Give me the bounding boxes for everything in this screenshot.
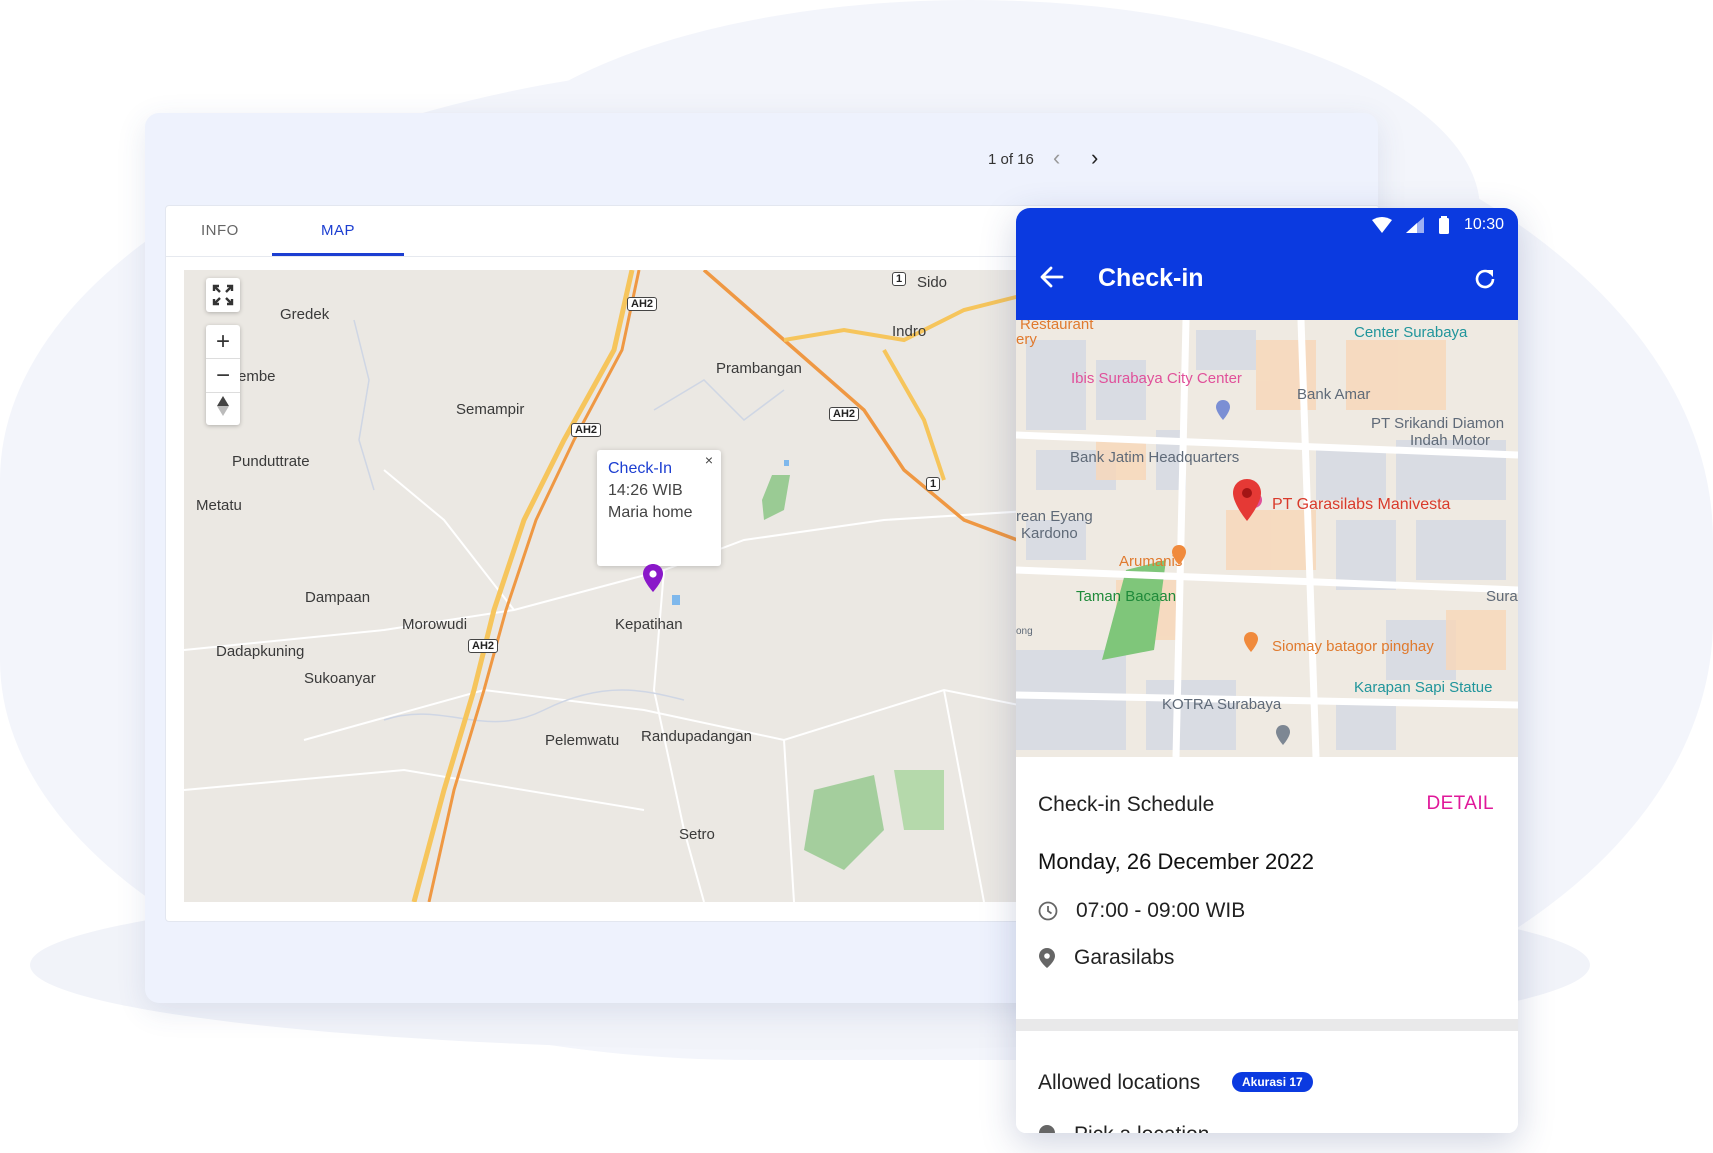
fullscreen-icon [212,284,234,306]
detail-link[interactable]: DETAIL [1426,793,1494,815]
checkin-marker-icon[interactable] [642,563,664,593]
popup-place: Maria home [608,504,693,521]
map-label: ery [1016,331,1037,348]
accuracy-badge: Akurasi 17 [1232,1072,1313,1092]
compass-button[interactable] [206,393,240,426]
checkin-schedule-section: Check-in Schedule DETAIL Monday, 26 Dece… [1016,757,1518,1019]
allowed-title: Allowed locations [1038,1071,1201,1094]
map-label: Dampaan [305,589,371,606]
map-label: Indro [892,323,927,340]
refresh-icon[interactable] [1472,266,1498,292]
schedule-time: 07:00 - 09:00 WIB [1076,899,1246,922]
map-label: PT Garasilabs Manivesta [1272,496,1451,513]
status-time: 10:30 [1463,216,1504,233]
schedule-location: Garasilabs [1074,946,1175,969]
location-pin-icon [1039,948,1055,968]
road-shield: AH2 [829,407,860,421]
section-divider [1016,1019,1518,1031]
map-label: PT Srikandi Diamon [1371,415,1505,432]
place-icon [1276,725,1290,745]
popup-time: 14:26 WIB [608,482,683,499]
map-label: Center Surabaya [1354,324,1468,341]
map-label: Morowudi [402,616,468,633]
restaurant-icon [1172,545,1186,565]
map-label: Dadapkuning [216,643,305,660]
allowed-location-item[interactable]: Pick a location [1038,1123,1209,1133]
map-label: rean Eyang [1016,508,1093,525]
wifi-icon [1371,217,1392,233]
fullscreen-button[interactable] [206,278,240,312]
tab-info[interactable]: INFO [201,222,239,239]
map-label: Pelemwatu [545,732,620,749]
mobile-screen: 10:30 Check-in Restaurant ery Center Sur… [1016,208,1518,1133]
location-map[interactable]: Restaurant ery Center Surabaya Ibis Sura… [1016,320,1518,757]
schedule-location-row: Garasilabs [1038,946,1174,970]
chevron-right-icon[interactable]: › [1091,145,1098,171]
app-bar: 10:30 Check-in [1016,208,1518,320]
schedule-title: Check-in Schedule [1038,793,1215,816]
road-shield: AH2 [627,297,658,311]
clock-icon [1038,901,1058,921]
schedule-date: Monday, 26 December 2022 [1038,849,1314,874]
road-shield: 1 [926,477,941,491]
signal-icon [1405,217,1424,233]
bank-icon [1216,400,1230,420]
back-arrow-icon[interactable] [1038,263,1066,291]
map-label: Surab [1486,588,1518,605]
chevron-left-icon[interactable]: ‹ [1053,145,1060,171]
map-roads [184,270,1044,902]
map-label: Gredek [280,306,330,323]
map-label: Sukoanyar [304,670,376,687]
battery-icon [1438,216,1449,234]
map-label: Taman Bacaan [1076,588,1177,605]
road-shield: AH2 [571,423,602,437]
close-icon[interactable]: × [705,452,713,468]
allowed-locations-section: Allowed locations Akurasi 17 Pick a loca… [1016,1031,1518,1133]
pager-text: 1 of 16 [988,151,1034,168]
map-label: ong [1016,626,1033,637]
zoom-out-button[interactable]: − [206,359,240,393]
map-label: Siomay batagor pinghay [1272,638,1434,655]
map-label: Bank Jatim Headquarters [1070,449,1240,466]
map-label: Ibis Surabaya City Center [1071,370,1242,387]
road-shield: 1 [892,272,907,286]
compass-icon [217,396,229,416]
road-shield: AH2 [468,639,499,653]
checkin-popup: Check-In 14:26 WIB Maria home × [597,450,721,566]
restaurant-icon [1244,632,1258,652]
schedule-time-row: 07:00 - 09:00 WIB [1038,899,1245,923]
map-label: KOTRA Surabaya [1162,696,1282,713]
map-label: Bank Amar [1297,386,1371,403]
active-tab-indicator [272,253,404,256]
map-label: Randupadangan [641,728,752,745]
map-label: Semampir [456,401,525,418]
status-bar: 10:30 [1371,216,1504,234]
map-label: embe [238,368,276,385]
map-label: Punduttrate [232,453,310,470]
zoom-controls: + − [206,325,240,425]
zoom-in-button[interactable]: + [206,325,240,359]
map-label: Prambangan [716,360,802,377]
tab-map[interactable]: MAP [321,222,355,239]
location-pin-icon [1039,1125,1055,1133]
map-label: Karapan Sapi Statue [1354,679,1493,696]
map-label: Metatu [196,497,242,514]
location-pin-icon[interactable] [1232,478,1262,522]
map-label: Sido [917,274,948,291]
map-label: Kardono [1021,525,1078,542]
allowed-location-label: Pick a location [1074,1123,1209,1133]
map-label: Setro [679,826,715,843]
map-label: Indah Motor [1410,432,1491,449]
map-view[interactable]: Gredek embe Semampir Punduttrate Metatu … [184,270,1044,902]
map-label: Kepatihan [615,616,683,633]
popup-title[interactable]: Check-In [608,460,710,478]
page-title: Check-in [1098,264,1204,292]
